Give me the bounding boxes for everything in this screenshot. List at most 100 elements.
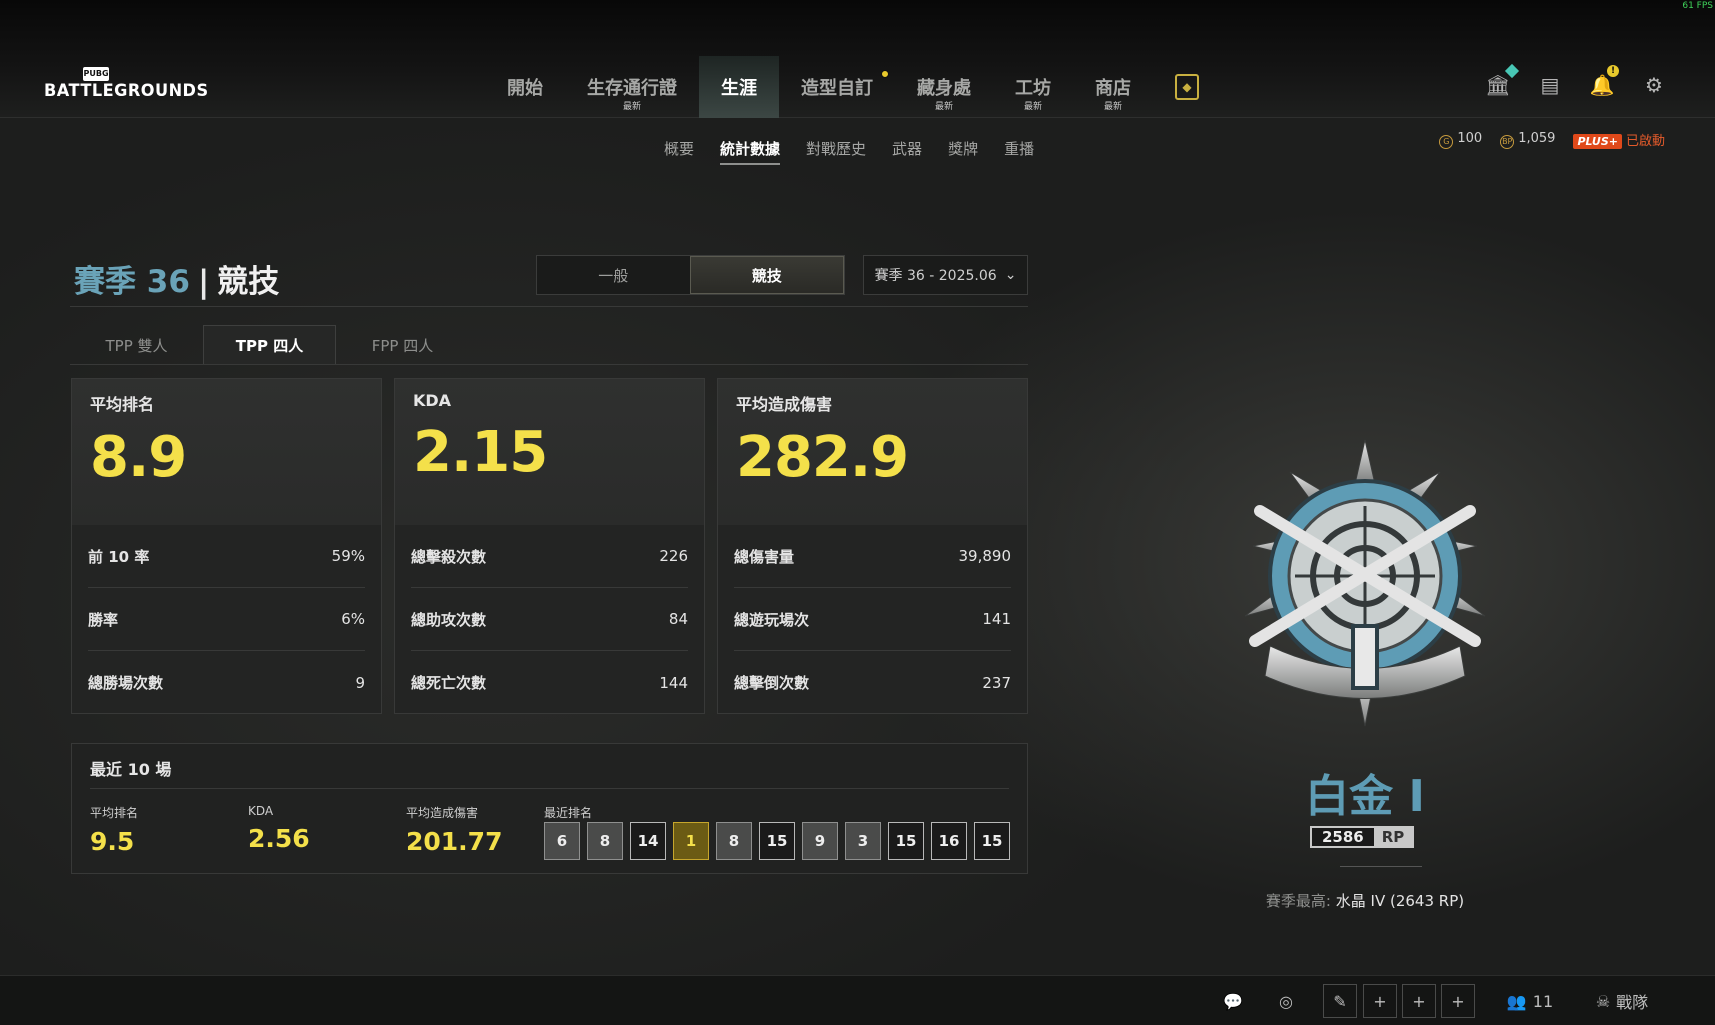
rank-box[interactable]: 6 <box>544 822 580 860</box>
pubg-logo[interactable]: PUBG BATTLEGROUNDS <box>44 67 217 101</box>
rank-box-winner[interactable]: 1 <box>673 822 709 860</box>
new-badge: 最新 <box>1103 102 1122 112</box>
alert-icon: ! <box>1607 65 1619 77</box>
news-icon[interactable]: ▤ <box>1537 72 1563 98</box>
recent-damage-label: 平均造成傷害 <box>406 806 479 820</box>
rank-box[interactable]: 15 <box>759 822 795 860</box>
clan-button[interactable]: ☠ 戰隊 <box>1582 984 1662 1018</box>
tab-fpp-squad[interactable]: FPP 四人 <box>336 325 469 365</box>
stat-value: 9 <box>355 673 365 692</box>
plus-status-text: 已啟動 <box>1625 134 1665 149</box>
platinum-rank-emblem <box>1244 439 1486 727</box>
rank-box[interactable]: 9 <box>802 822 838 860</box>
stat-value: 237 <box>982 673 1011 692</box>
subnav-weapons[interactable]: 武器 <box>892 138 922 159</box>
nav-hideout[interactable]: 藏身處 最新 <box>895 56 993 118</box>
add-party-slot-button[interactable]: + <box>1402 984 1436 1018</box>
nav-workshop[interactable]: 工坊 最新 <box>993 56 1073 118</box>
subnav-medals[interactable]: 獎牌 <box>948 138 978 159</box>
mode-switch: 一般 競技 <box>536 255 845 295</box>
emote-icon[interactable]: ✎ <box>1323 984 1357 1018</box>
rank-box[interactable]: 8 <box>587 822 623 860</box>
clan-label: 戰隊 <box>1616 993 1649 1012</box>
nav-start[interactable]: 開始 <box>485 56 565 118</box>
bottom-bar: 💬 ◎ ✎ + + + 👥 11 ☠ 戰隊 <box>0 975 1715 1025</box>
rank-box[interactable]: 15 <box>974 822 1010 860</box>
friends-icon: 👥 <box>1506 991 1527 1011</box>
subnav-overview[interactable]: 概要 <box>664 138 694 159</box>
stat-key: 總遊玩場次 <box>734 610 810 629</box>
recent-title: 最近 10 場 <box>90 760 172 779</box>
subnav-stats[interactable]: 統計數據 <box>720 138 781 165</box>
chat-icon[interactable]: 💬 <box>1218 984 1248 1018</box>
new-badge: 最新 <box>622 102 641 112</box>
bank-icon[interactable]: 🏛 <box>1485 63 1520 98</box>
season-select-value: 賽季 36 - 2025.06 <box>874 268 997 284</box>
logo-battlegrounds: BATTLEGROUNDS <box>44 81 209 101</box>
rank-name: 白金 I <box>1305 771 1425 822</box>
add-party-slot-button[interactable]: + <box>1441 984 1475 1018</box>
recent-damage-value: 201.77 <box>406 827 503 856</box>
mode-ranked-button[interactable]: 競技 <box>689 256 844 294</box>
card-value: 8.9 <box>90 425 187 490</box>
bp[interactable]: BP 1,059 <box>1500 131 1555 149</box>
tab-tpp-duo[interactable]: TPP 雙人 <box>70 325 203 365</box>
season-best: 賽季最高: 水晶 IV (2643 RP) <box>1190 890 1540 911</box>
plus-status[interactable]: PLUS+ 已啟動 <box>1573 130 1665 149</box>
stat-key: 總勝場次數 <box>88 674 164 692</box>
nav-crate[interactable]: ◆ <box>1153 56 1221 118</box>
stat-value: 59% <box>331 547 365 565</box>
nav-start-label: 開始 <box>507 78 543 99</box>
target-icon[interactable]: ◎ <box>1271 984 1301 1018</box>
stat-key: 總傷害量 <box>734 547 795 566</box>
rank-points-value: 2586 <box>1312 828 1374 846</box>
stat-value: 6% <box>341 610 365 628</box>
subnav-replays[interactable]: 重播 <box>1004 138 1034 159</box>
stat-card-avg-damage: 平均造成傷害 282.9 總傷害量 39,890 總遊玩場次 141 總擊倒次數 23… <box>717 378 1028 714</box>
gem-icon <box>1504 63 1520 79</box>
stat-row: 總遊玩場次 141 <box>734 588 1011 651</box>
add-party-slot-button[interactable]: + <box>1363 984 1397 1018</box>
page-title: 賽季 36 | 競技 <box>74 264 280 300</box>
rank-box[interactable]: 16 <box>931 822 967 860</box>
subnav-match-history[interactable]: 對戰歷史 <box>806 138 866 159</box>
mode-normal-button[interactable]: 一般 <box>537 256 690 294</box>
recent-avg-rank: 平均排名 9.5 <box>90 804 138 856</box>
nav-career[interactable]: 生涯 <box>699 56 779 118</box>
fps-counter: 61 FPS <box>1682 1 1713 11</box>
divider <box>70 364 1028 365</box>
divider <box>70 306 1028 307</box>
g-coin[interactable]: G 100 <box>1439 131 1482 149</box>
recent-damage: 平均造成傷害 201.77 <box>406 804 502 856</box>
stat-value: 84 <box>668 610 688 628</box>
currency-bar: G 100 BP 1,059 PLUS+ 已啟動 <box>1439 130 1665 149</box>
season-select[interactable]: 賽季 36 - 2025.06 ⌄ <box>863 255 1028 295</box>
rank-box[interactable]: 8 <box>716 822 752 860</box>
nav-customize[interactable]: 造型自訂 <box>779 56 895 118</box>
card-label: 平均造成傷害 <box>736 395 833 414</box>
stat-row: 總擊倒次數 237 <box>734 651 1011 714</box>
rank-box[interactable]: 3 <box>845 822 881 860</box>
stat-value: 141 <box>982 610 1011 628</box>
stat-row: 前 10 率 59% <box>88 525 365 588</box>
rank-box[interactable]: 15 <box>888 822 924 860</box>
nav-hideout-label: 藏身處 <box>917 78 971 99</box>
nav-store[interactable]: 商店 最新 <box>1073 56 1153 118</box>
stat-key: 總助攻次數 <box>411 610 487 629</box>
friends-button[interactable]: 👥 11 <box>1500 984 1560 1018</box>
tab-tpp-squad[interactable]: TPP 四人 <box>203 325 336 365</box>
stat-card-kda: KDA 2.15 總擊殺次數 226 總助攻次數 84 總死亡次數 144 <box>394 378 705 714</box>
nav-survivor-pass-label: 生存通行證 <box>587 78 677 99</box>
stat-card-avg-rank: 平均排名 8.9 前 10 率 59% 勝率 6% 總勝場次數 9 <box>71 378 382 714</box>
card-value: 282.9 <box>736 425 909 490</box>
card-label: KDA <box>413 391 452 410</box>
nav-survivor-pass[interactable]: 生存通行證 最新 <box>565 56 699 118</box>
rank-box[interactable]: 14 <box>630 822 666 860</box>
squad-tabs: TPP 雙人 TPP 四人 FPP 四人 <box>70 325 469 365</box>
nav-workshop-label: 工坊 <box>1015 78 1051 99</box>
recent-rank-list: 6 8 14 1 8 15 9 3 15 16 15 <box>544 822 1010 860</box>
stat-value: 226 <box>659 547 688 565</box>
gear-icon[interactable]: ⚙ <box>1641 72 1667 98</box>
logo-pubg: PUBG <box>83 67 109 81</box>
bell-icon[interactable]: 🔔! <box>1589 65 1619 98</box>
